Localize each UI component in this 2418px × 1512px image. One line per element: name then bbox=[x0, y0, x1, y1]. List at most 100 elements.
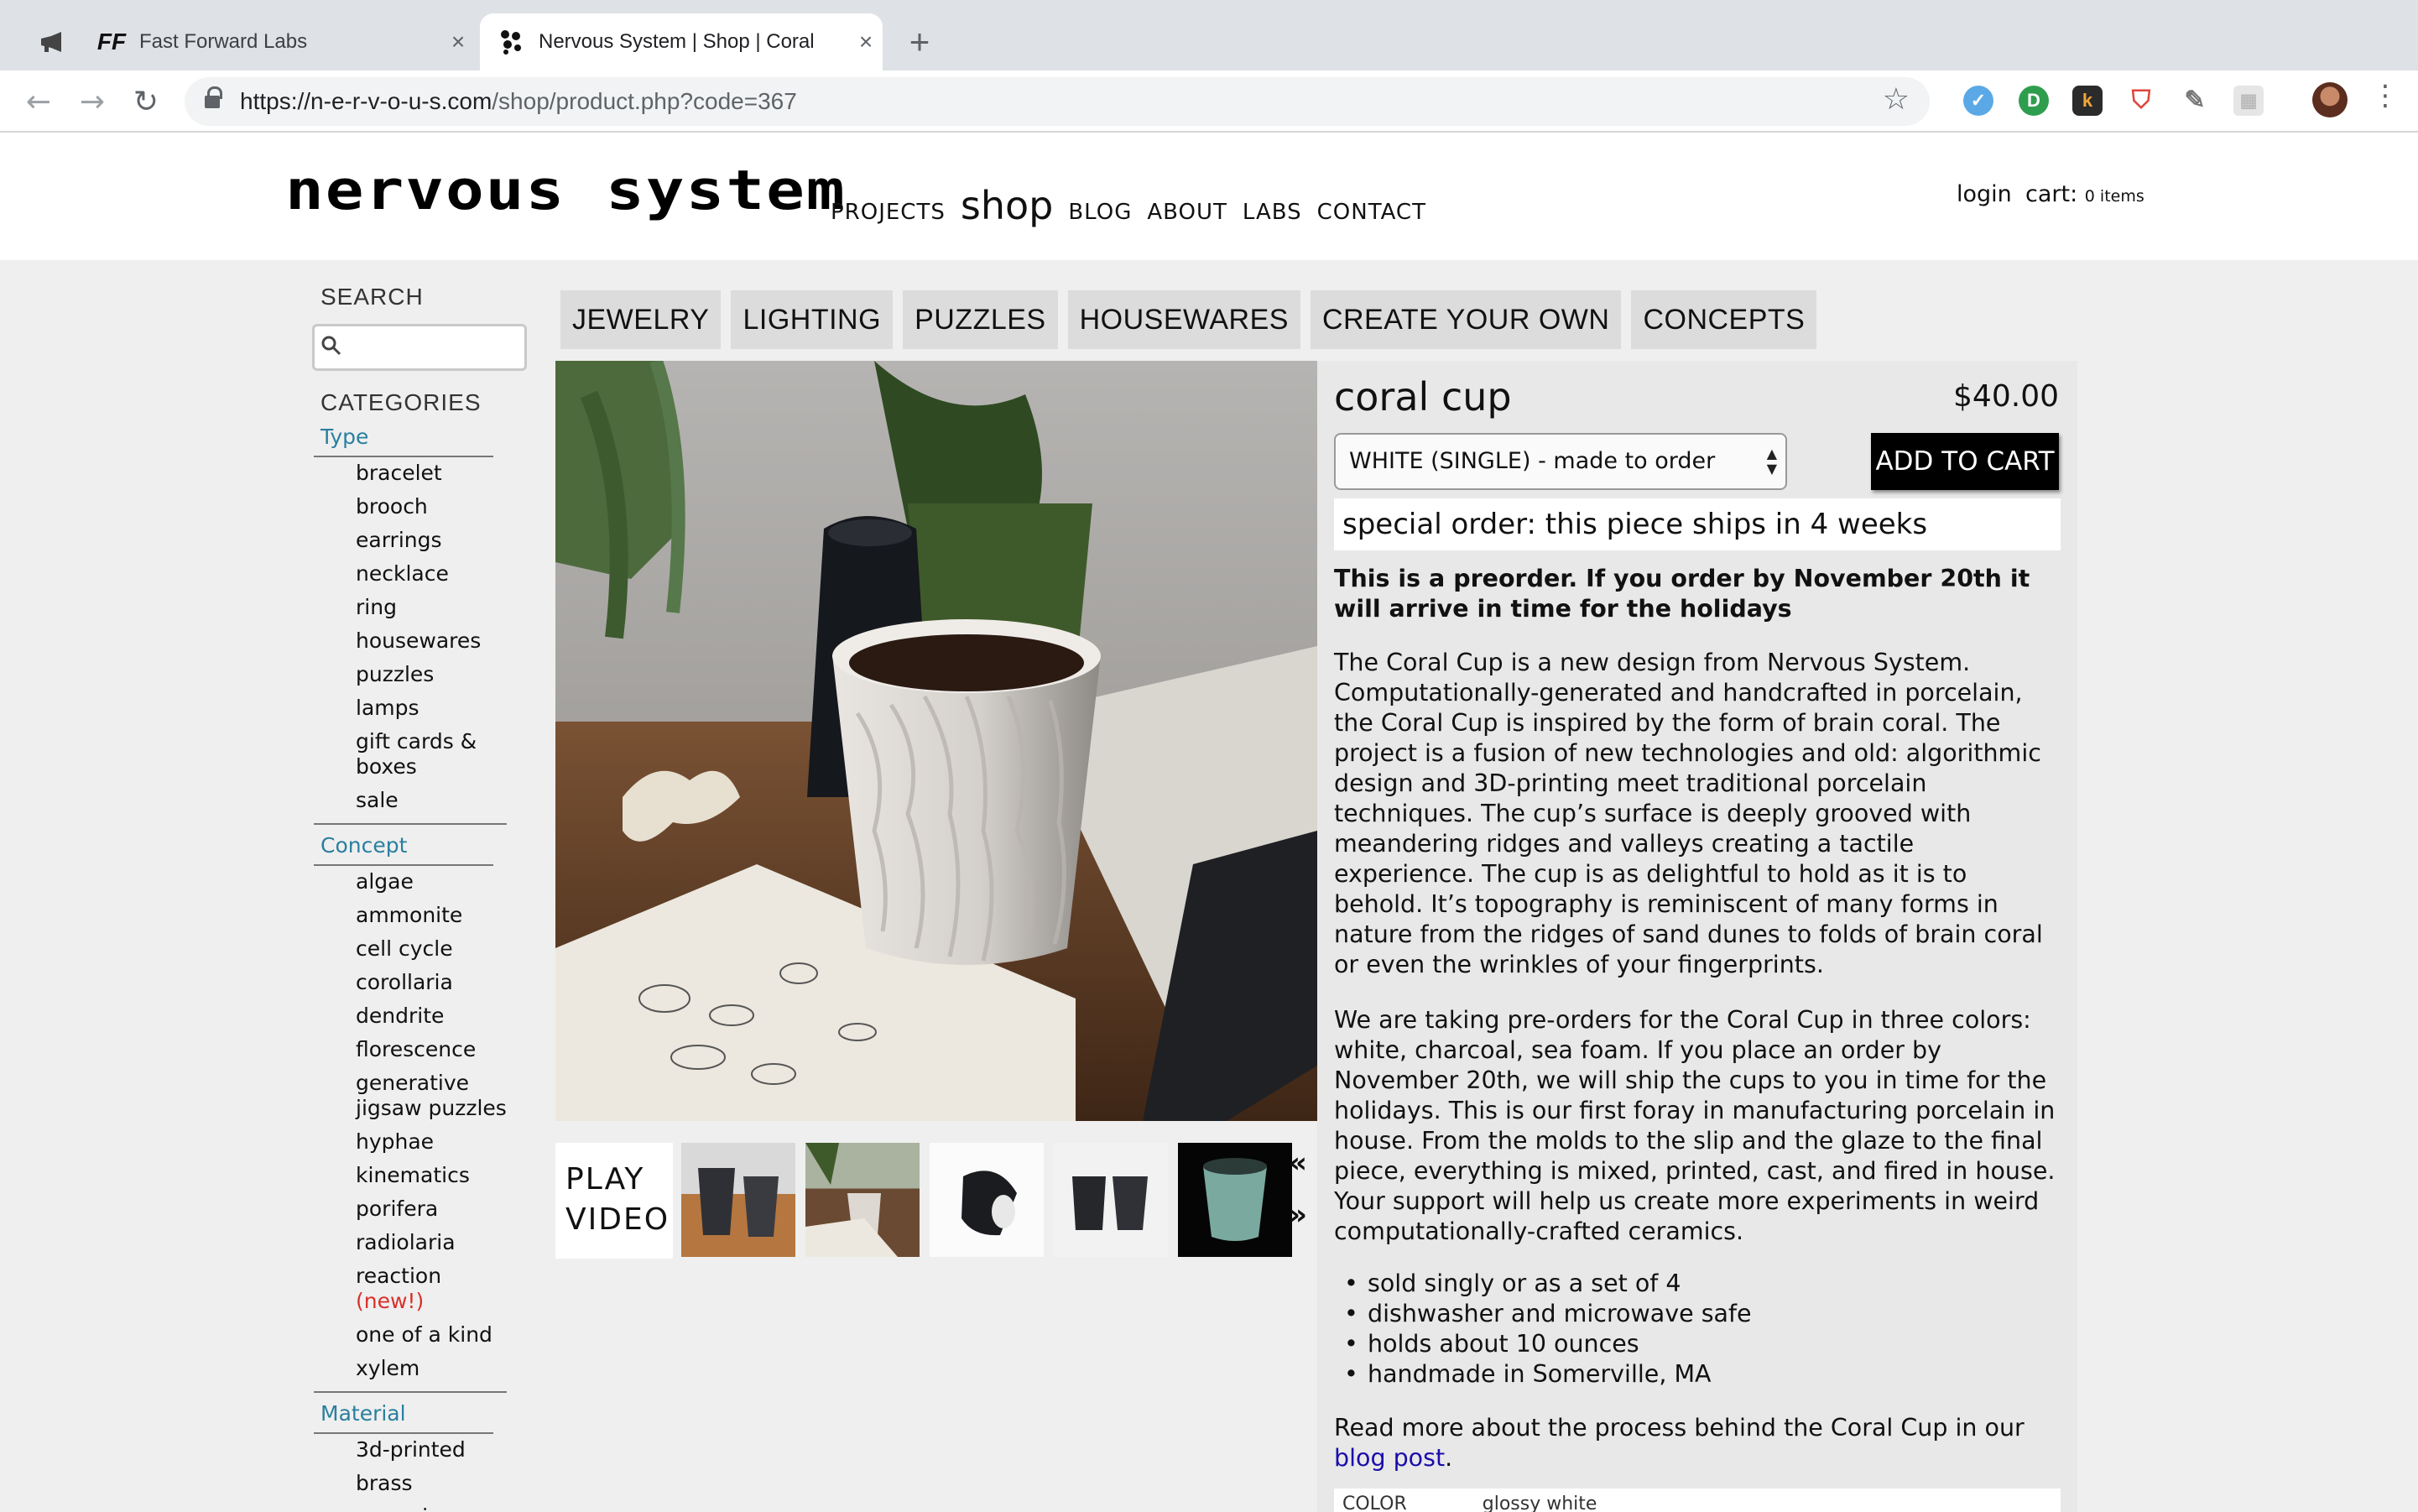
blog-post-link[interactable]: blog post bbox=[1334, 1444, 1445, 1472]
list-item[interactable]: gift cards & boxes bbox=[356, 729, 507, 779]
close-icon[interactable]: × bbox=[441, 29, 475, 55]
extension-k-icon[interactable]: k bbox=[2072, 86, 2103, 116]
tab-housewares[interactable]: HOUSEWARES bbox=[1067, 290, 1300, 349]
tab-nervous-system[interactable]: Nervous System | Shop | Coral × bbox=[480, 13, 883, 70]
carousel-next-button[interactable]: » bbox=[1289, 1198, 1307, 1232]
list-item[interactable]: florescence bbox=[356, 1037, 507, 1062]
description-paragraph-1: The Coral Cup is a new design from Nervo… bbox=[1334, 649, 2043, 978]
list-item[interactable]: necklace bbox=[356, 561, 507, 587]
new-tab-button[interactable]: + bbox=[899, 18, 940, 65]
close-icon[interactable]: × bbox=[849, 29, 883, 55]
address-bar[interactable]: https://n-e-r-v-o-u-s.com/shop/product.p… bbox=[185, 77, 1930, 126]
product-main-image[interactable] bbox=[555, 361, 1317, 1121]
play-video-button[interactable]: PLAY VIDEO bbox=[555, 1143, 673, 1259]
pinned-tab[interactable] bbox=[17, 13, 87, 70]
carousel-prev-button[interactable]: « bbox=[1289, 1146, 1307, 1180]
back-arrow-icon[interactable]: ← bbox=[20, 84, 57, 121]
bookmark-star-icon[interactable]: ☆ bbox=[1883, 82, 1910, 117]
tab-lighting[interactable]: LIGHTING bbox=[731, 290, 894, 349]
main-nav: PROJECTS shop BLOG ABOUT LABS CONTACT bbox=[831, 183, 1441, 228]
thumbnail-seafoam-cup[interactable] bbox=[1178, 1143, 1292, 1257]
list-item[interactable]: bracelet bbox=[356, 461, 507, 486]
tab-label: Nervous System | Shop | Coral bbox=[539, 30, 815, 53]
list-item[interactable]: lamps bbox=[356, 696, 507, 721]
list-item[interactable]: porifera bbox=[356, 1197, 507, 1222]
list-item[interactable]: dendrite bbox=[356, 1004, 507, 1029]
nav-blog[interactable]: BLOG bbox=[1068, 200, 1132, 225]
group-type-heading[interactable]: Type bbox=[314, 425, 493, 457]
tab-fast-forward-labs[interactable]: FF Fast Forward Labs × bbox=[87, 13, 475, 70]
list-item[interactable]: puzzles bbox=[356, 662, 507, 687]
list-item[interactable]: ring bbox=[356, 595, 507, 620]
list-item[interactable]: earrings bbox=[356, 528, 507, 553]
megaphone-icon bbox=[41, 32, 61, 52]
list-item[interactable]: xylem bbox=[356, 1356, 507, 1381]
variant-select-value: WHITE (SINGLE) - made to order bbox=[1349, 448, 1716, 474]
thumbnail-charcoal-cups[interactable] bbox=[681, 1143, 795, 1257]
thumbnail-image bbox=[805, 1143, 898, 1257]
site-header: nervous system PROJECTS shop BLOG ABOUT … bbox=[0, 133, 2418, 260]
list-item-reaction[interactable]: reaction (new!) bbox=[356, 1264, 507, 1314]
tab-jewelry[interactable]: JEWELRY bbox=[560, 290, 722, 349]
cart-label: cart: bbox=[2025, 181, 2078, 207]
extension-grid-icon[interactable]: ▦ bbox=[2233, 86, 2264, 116]
nav-labs[interactable]: LABS bbox=[1243, 200, 1302, 225]
add-to-cart-button[interactable]: ADD TO CART bbox=[1871, 433, 2059, 490]
thumbnail-image bbox=[1072, 1176, 1148, 1230]
extension-bird-icon[interactable]: ✓ bbox=[1963, 86, 1993, 116]
list-item[interactable]: 3d-printed bbox=[356, 1437, 507, 1462]
list-item[interactable]: housewares bbox=[356, 628, 507, 654]
list-item[interactable]: cell cycle bbox=[356, 936, 507, 962]
ff-logo-icon: FF bbox=[96, 29, 127, 55]
extension-d-icon[interactable]: D bbox=[2019, 86, 2049, 116]
list-item[interactable]: corollaria bbox=[356, 970, 507, 995]
group-concept-heading[interactable]: Concept bbox=[314, 833, 493, 866]
list-item[interactable]: ammonite bbox=[356, 903, 507, 928]
login-link[interactable]: login bbox=[1957, 181, 2012, 207]
tab-puzzles[interactable]: PUZZLES bbox=[903, 290, 1058, 349]
profile-avatar[interactable] bbox=[2312, 82, 2348, 117]
new-tag: (new!) bbox=[356, 1289, 425, 1313]
spec-table: COLOR glossy white bbox=[1334, 1489, 2061, 1512]
thumbnail-two-black-cups[interactable] bbox=[1054, 1143, 1168, 1257]
nav-projects[interactable]: PROJECTS bbox=[831, 200, 946, 225]
site-logo[interactable]: nervous system bbox=[285, 158, 847, 222]
product-photo bbox=[555, 361, 1317, 1121]
list-item[interactable]: kinematics bbox=[356, 1163, 507, 1188]
sidebar: SEARCH CATEGORIES Type bracelet brooch e… bbox=[312, 284, 530, 1512]
nav-contact[interactable]: CONTACT bbox=[1317, 200, 1426, 225]
thumbnail-white-cup-scene[interactable] bbox=[805, 1143, 920, 1257]
list-item[interactable]: one of a kind bbox=[356, 1322, 507, 1348]
special-order-notice: special order: this piece ships in 4 wee… bbox=[1334, 498, 2061, 550]
nav-shop[interactable]: shop bbox=[961, 183, 1053, 228]
reload-icon[interactable]: ↻ bbox=[128, 84, 164, 121]
tab-concepts[interactable]: CONCEPTS bbox=[1631, 290, 1817, 349]
nav-about[interactable]: ABOUT bbox=[1147, 200, 1227, 225]
url-text[interactable]: https://n-e-r-v-o-u-s.com/shop/product.p… bbox=[240, 88, 797, 115]
extension-shield-icon[interactable]: ⛉ bbox=[2126, 86, 2156, 116]
list-item[interactable]: generative jigsaw puzzles bbox=[356, 1071, 507, 1121]
list-item: handmade in Somerville, MA bbox=[1334, 1359, 2061, 1389]
list-item[interactable]: ceramic bbox=[356, 1504, 507, 1512]
play-video-line2: VIDEO bbox=[565, 1202, 670, 1237]
cart-link[interactable]: cart: 0 items bbox=[2025, 181, 2144, 207]
extension-pin-icon[interactable]: ✎ bbox=[2180, 86, 2210, 116]
list-item: sold singly or as a set of 4 bbox=[1334, 1269, 2061, 1299]
forward-arrow-icon[interactable]: → bbox=[74, 84, 111, 121]
group-material-heading[interactable]: Material bbox=[314, 1401, 493, 1434]
list-item[interactable]: brooch bbox=[356, 494, 507, 519]
tab-create-your-own[interactable]: CREATE YOUR OWN bbox=[1310, 290, 1622, 349]
material-list: 3d-printed brass ceramic bbox=[314, 1434, 507, 1512]
thumbnail-black-cup[interactable] bbox=[930, 1143, 1044, 1257]
browser-toolbar: ← → ↻ https://n-e-r-v-o-u-s.com/shop/pro… bbox=[0, 70, 2418, 133]
variant-select[interactable]: WHITE (SINGLE) - made to order ▲ ▼ bbox=[1334, 433, 1787, 490]
list-item[interactable]: brass bbox=[356, 1471, 507, 1496]
list-item[interactable]: radiolaria bbox=[356, 1230, 507, 1255]
list-item[interactable]: hyphae bbox=[356, 1129, 507, 1155]
list-item[interactable]: sale bbox=[356, 788, 507, 813]
list-item[interactable]: algae bbox=[356, 869, 507, 894]
search-input[interactable] bbox=[312, 324, 527, 371]
more-menu-icon[interactable]: ⋮ bbox=[2371, 79, 2400, 112]
spec-value: glossy white bbox=[1482, 1494, 1597, 1512]
read-more-lead: Read more about the process behind the C… bbox=[1334, 1414, 2025, 1442]
